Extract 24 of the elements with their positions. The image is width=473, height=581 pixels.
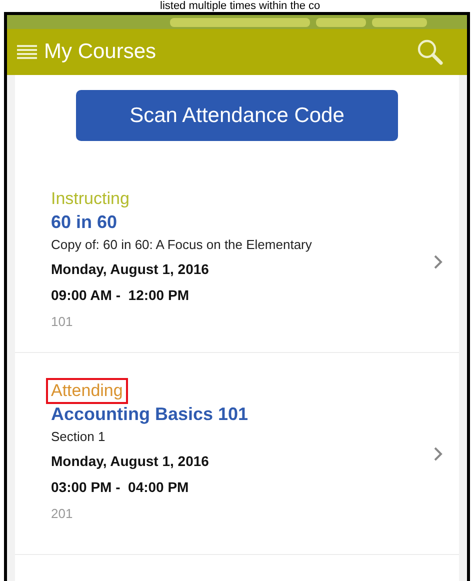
- chevron-right-icon: [433, 446, 443, 462]
- course-time: 03:00 PM - 04:00 PM: [51, 478, 190, 496]
- course-subtitle: Section 1: [51, 428, 106, 446]
- chevron-right-icon: [433, 254, 443, 270]
- app-title: My Courses: [44, 39, 156, 66]
- status-icon: [372, 18, 427, 26]
- document-text: listed multiple times within the co: [160, 0, 320, 12]
- status-icon: [170, 18, 310, 26]
- course-status: Attending: [48, 380, 126, 402]
- course-item[interactable]: Instructing 60 in 60 Copy of: 60 in 60: A Focus on the Elementary Monday, August 1, 2016 09:00 AM - 12:00 PM 101: [15, 151, 459, 353]
- menu-icon[interactable]: [17, 44, 37, 60]
- course-title: Accounting Basics 101: [51, 402, 250, 426]
- course-title: 60 in 60: [51, 210, 118, 234]
- course-room: 201: [51, 504, 74, 522]
- course-subtitle: Copy of: 60 in 60: A Focus on the Elementary: [51, 236, 313, 254]
- status-icon: [316, 18, 366, 26]
- course-status: Instructing: [50, 188, 130, 210]
- scan-attendance-button[interactable]: Scan Attendance Code: [76, 90, 398, 141]
- course-room: 101: [51, 312, 74, 330]
- course-time: 09:00 AM - 12:00 PM: [51, 286, 190, 304]
- course-item[interactable]: Attending Accounting Basics 101 Section 1 Monday, August 1, 2016 03:00 PM - 04:00 PM 201: [15, 353, 459, 555]
- course-date: Monday, August 1, 2016: [51, 260, 210, 279]
- search-icon[interactable]: [417, 39, 443, 65]
- course-date: Monday, August 1, 2016: [51, 452, 210, 471]
